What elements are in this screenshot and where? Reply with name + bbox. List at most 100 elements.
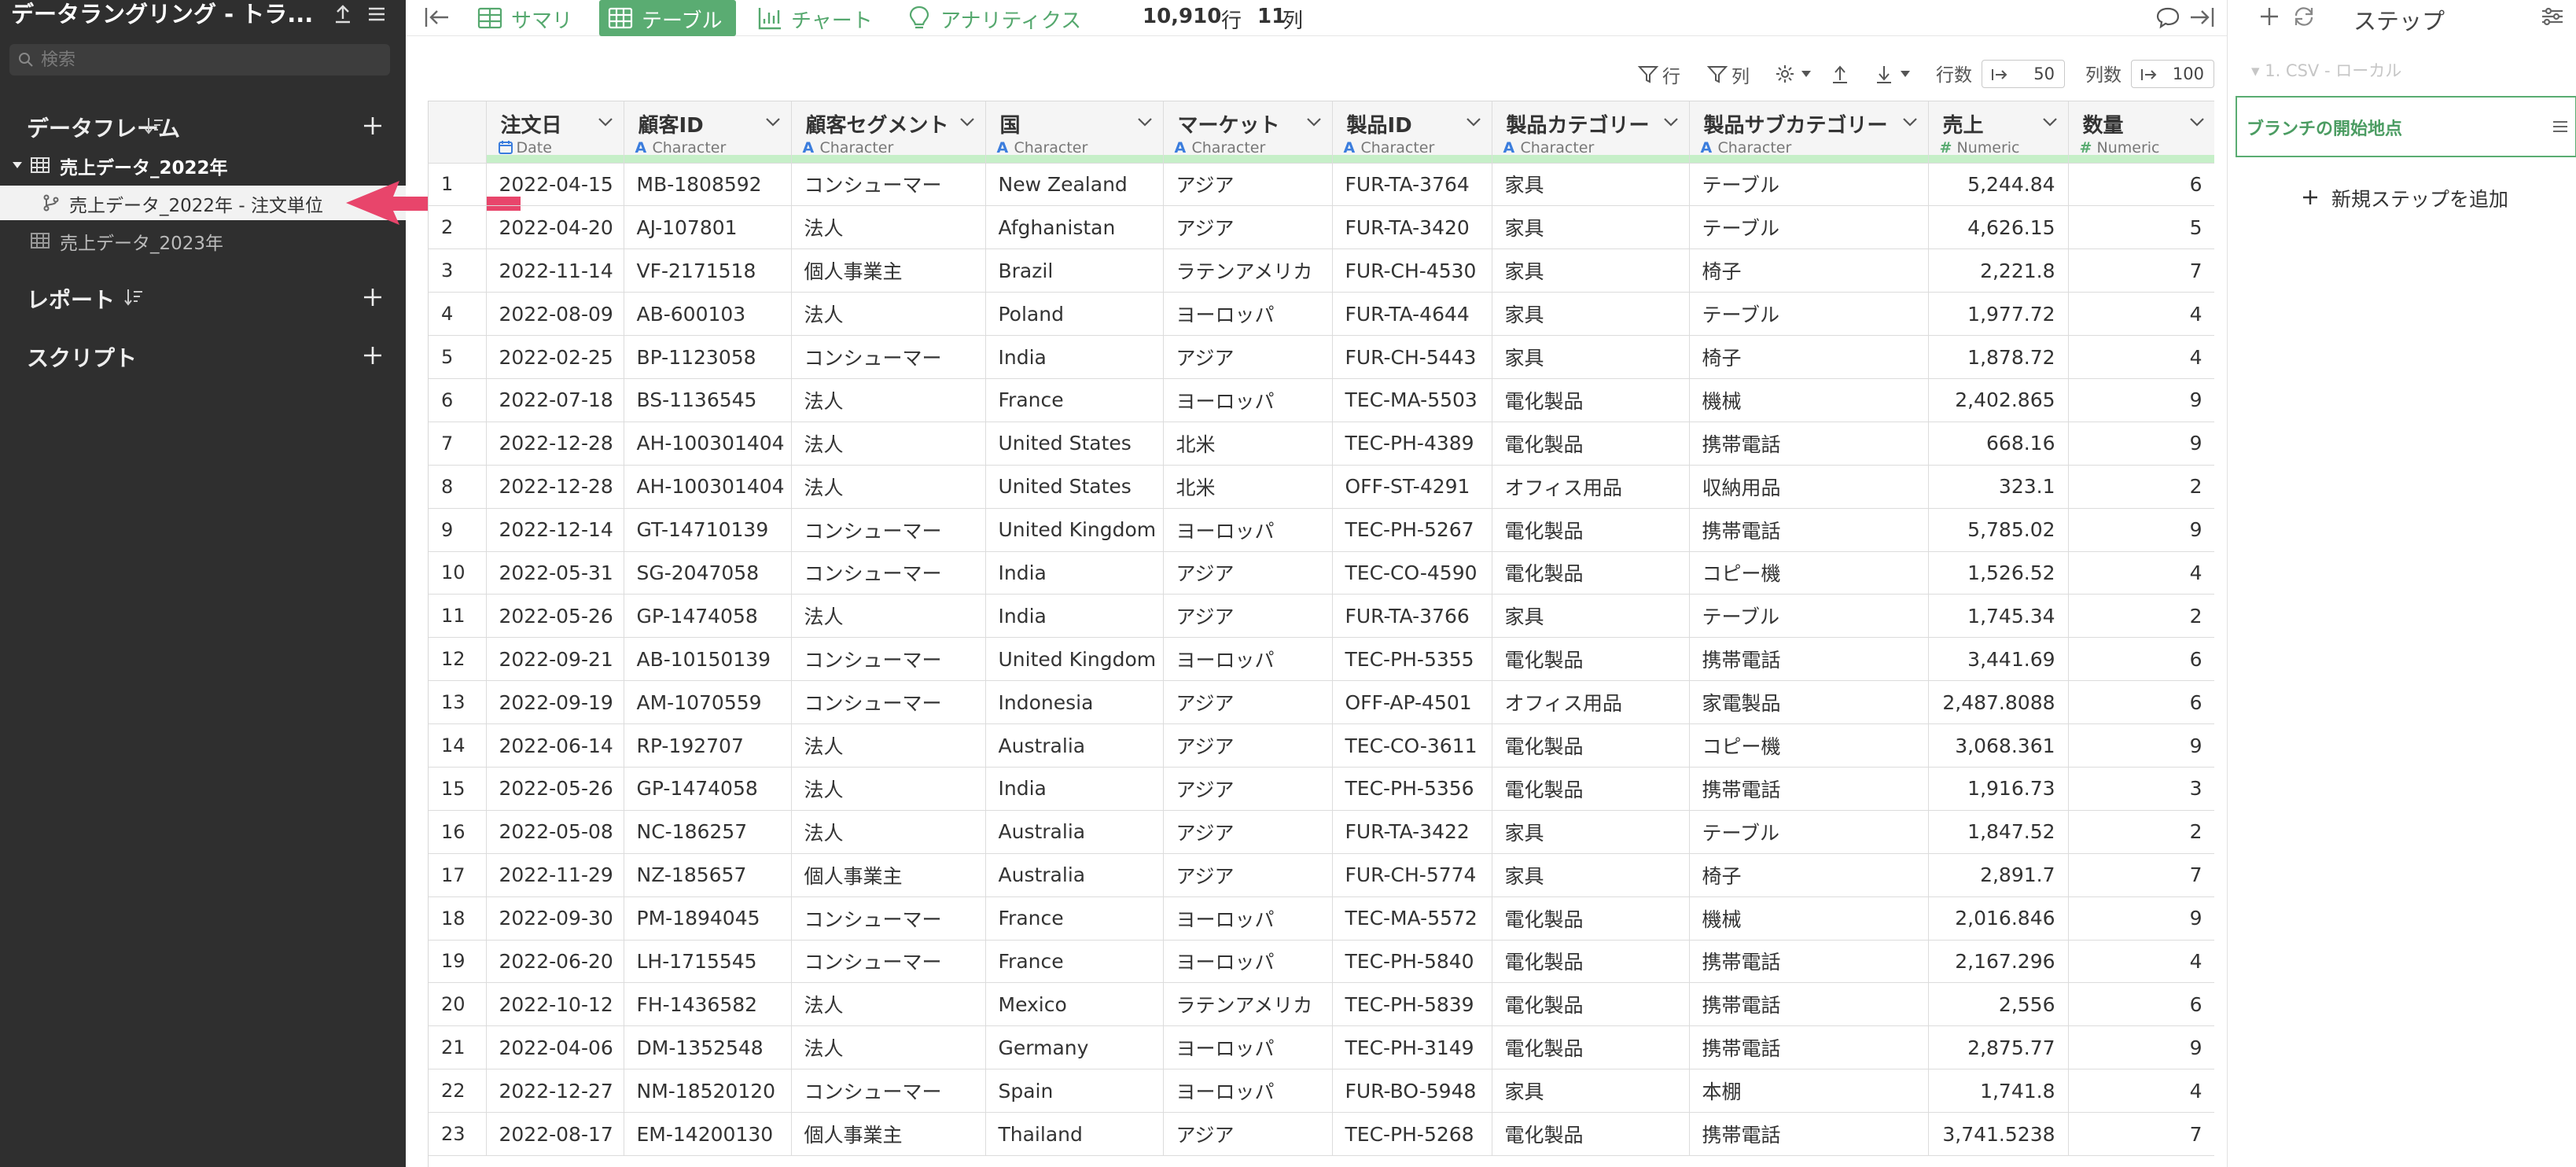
cols-limit-input[interactable]: 100	[2131, 60, 2214, 88]
table-cell[interactable]: LH-1715545	[624, 940, 792, 984]
table-cell[interactable]: コンシューマー	[791, 637, 986, 682]
table-cell[interactable]: アジア	[1163, 1112, 1333, 1156]
table-row[interactable]: 13 2022-09-19 AM-1070559 コンシューマー Indonesia アジ…	[429, 680, 2214, 725]
table-cell[interactable]: 1,847.52	[1928, 810, 2069, 854]
table-settings-button[interactable]	[1774, 60, 1818, 88]
table-cell[interactable]: 携帯電話	[1689, 767, 1929, 811]
table-cell[interactable]: 2022-06-20	[486, 940, 624, 984]
table-cell[interactable]: FUR-BO-5948	[1332, 1069, 1492, 1114]
table-cell[interactable]: 法人	[791, 723, 986, 768]
table-cell[interactable]: 家具	[1492, 594, 1690, 639]
table-cell[interactable]: 7	[2068, 248, 2214, 293]
table-cell[interactable]: 携帯電話	[1689, 422, 1929, 466]
table-cell[interactable]: コンシューマー	[791, 551, 986, 595]
table-row[interactable]: 1 2022-04-15 MB-1808592 コンシューマー New Zealand ア…	[429, 163, 2214, 207]
table-cell[interactable]: アジア	[1163, 335, 1333, 379]
table-cell[interactable]: VF-2171518	[624, 248, 792, 293]
table-cell[interactable]: 2	[2068, 465, 2214, 509]
table-cell[interactable]: Spain	[985, 1069, 1164, 1114]
table-cell[interactable]: TEC-PH-3149	[1332, 1025, 1492, 1070]
chevron-down-icon[interactable]	[1305, 116, 1323, 128]
table-cell[interactable]: 2022-05-26	[486, 594, 624, 639]
table-cell[interactable]: NZ-185657	[624, 853, 792, 897]
table-row[interactable]: 10 2022-05-31 SG-2047058 コンシューマー India アジア TEC…	[429, 551, 2214, 595]
table-cell[interactable]: Australia	[985, 810, 1164, 854]
table-cell[interactable]: 法人	[791, 810, 986, 854]
table-cell[interactable]: 2,221.8	[1928, 248, 2069, 293]
table-cell[interactable]: 携帯電話	[1689, 637, 1929, 682]
table-row[interactable]: 17 2022-11-29 NZ-185657 個人事業主 Australia アジア FU…	[429, 853, 2214, 897]
chevron-down-icon[interactable]	[959, 116, 976, 128]
table-cell[interactable]: 2022-02-25	[486, 335, 624, 379]
table-cell[interactable]: 北米	[1163, 465, 1333, 509]
column-header[interactable]: 顧客ID A Character	[624, 101, 792, 164]
step-branch-start[interactable]: ブランチの開始地点	[2236, 96, 2576, 157]
table-cell[interactable]: 電化製品	[1492, 723, 1690, 768]
table-cell[interactable]: 椅子	[1689, 248, 1929, 293]
table-cell[interactable]: 家具	[1492, 248, 1690, 293]
table-cell[interactable]: 6	[2068, 163, 2214, 207]
table-row[interactable]: 2 2022-04-20 AJ-107801 法人 Afghanistan アジア FUR-…	[429, 205, 2214, 250]
table-cell[interactable]: ヨーロッパ	[1163, 896, 1333, 941]
table-cell[interactable]: 2,402.865	[1928, 378, 2069, 422]
table-cell[interactable]: AH-100301404	[624, 465, 792, 509]
table-cell[interactable]: 2022-05-08	[486, 810, 624, 854]
table-cell[interactable]: 法人	[791, 378, 986, 422]
plus-icon[interactable]	[2256, 3, 2283, 30]
table-cell[interactable]: 家電製品	[1689, 680, 1929, 725]
table-cell[interactable]: Indonesia	[985, 680, 1164, 725]
table-cell[interactable]: 電化製品	[1492, 940, 1690, 984]
column-header[interactable]: 国 A Character	[985, 101, 1164, 164]
table-cell[interactable]: 1,916.73	[1928, 767, 2069, 811]
chevron-down-icon[interactable]	[1901, 116, 1919, 128]
table-cell[interactable]: 電化製品	[1492, 1025, 1690, 1070]
table-cell[interactable]: 電化製品	[1492, 767, 1690, 811]
column-header[interactable]: 数量 # Numeric	[2068, 101, 2214, 164]
table-cell[interactable]: 2022-08-09	[486, 292, 624, 337]
table-cell[interactable]: DM-1352548	[624, 1025, 792, 1070]
table-cell[interactable]: コンシューマー	[791, 940, 986, 984]
collapse-left-icon[interactable]	[421, 3, 453, 31]
table-cell[interactable]: TEC-CO-4590	[1332, 551, 1492, 595]
upload-icon[interactable]	[330, 2, 355, 27]
table-cell[interactable]: 9	[2068, 1025, 2214, 1070]
table-cell[interactable]: 収納用品	[1689, 465, 1929, 509]
table-cell[interactable]: 2022-04-15	[486, 163, 624, 207]
table-cell[interactable]: FUR-TA-3422	[1332, 810, 1492, 854]
table-cell[interactable]: RP-192707	[624, 723, 792, 768]
table-cell[interactable]: FUR-TA-3420	[1332, 205, 1492, 250]
table-cell[interactable]: 9	[2068, 422, 2214, 466]
table-cell[interactable]: TEC-MA-5503	[1332, 378, 1492, 422]
table-cell[interactable]: オフィス用品	[1492, 465, 1690, 509]
sliders-icon[interactable]	[2539, 5, 2566, 28]
table-cell[interactable]: 電化製品	[1492, 422, 1690, 466]
table-cell[interactable]: アジア	[1163, 767, 1333, 811]
table-cell[interactable]: TEC-CO-3611	[1332, 723, 1492, 768]
table-cell[interactable]: FUR-CH-5443	[1332, 335, 1492, 379]
table-cell[interactable]: 5,244.84	[1928, 163, 2069, 207]
table-cell[interactable]: ラテンアメリカ	[1163, 982, 1333, 1027]
table-cell[interactable]: 2022-09-30	[486, 896, 624, 941]
table-cell[interactable]: TEC-PH-5267	[1332, 508, 1492, 552]
refresh-icon[interactable]	[2291, 3, 2317, 30]
table-cell[interactable]: 2,167.296	[1928, 940, 2069, 984]
table-cell[interactable]: ラテンアメリカ	[1163, 248, 1333, 293]
table-cell[interactable]: MB-1808592	[624, 163, 792, 207]
row-filter-button[interactable]: 行	[1637, 60, 1689, 88]
table-cell[interactable]: オフィス用品	[1492, 680, 1690, 725]
table-cell[interactable]: 2022-11-14	[486, 248, 624, 293]
table-cell[interactable]: アジア	[1163, 163, 1333, 207]
table-row[interactable]: 20 2022-10-12 FH-1436582 法人 Mexico ラテンアメリカ TEC…	[429, 982, 2214, 1027]
table-cell[interactable]: PM-1894045	[624, 896, 792, 941]
table-cell[interactable]: 3,441.69	[1928, 637, 2069, 682]
table-cell[interactable]: FUR-CH-5774	[1332, 853, 1492, 897]
table-cell[interactable]: 9	[2068, 723, 2214, 768]
table-cell[interactable]: TEC-PH-5268	[1332, 1112, 1492, 1156]
table-cell[interactable]: 2022-12-27	[486, 1069, 624, 1114]
table-cell[interactable]: 2,487.8088	[1928, 680, 2069, 725]
table-cell[interactable]: TEC-PH-5356	[1332, 767, 1492, 811]
table-cell[interactable]: 法人	[791, 205, 986, 250]
tab-chart[interactable]: チャート	[749, 0, 881, 36]
table-row[interactable]: 11 2022-05-26 GP-1474058 法人 India アジア FUR-TA-3…	[429, 594, 2214, 639]
table-cell[interactable]: 1,878.72	[1928, 335, 2069, 379]
